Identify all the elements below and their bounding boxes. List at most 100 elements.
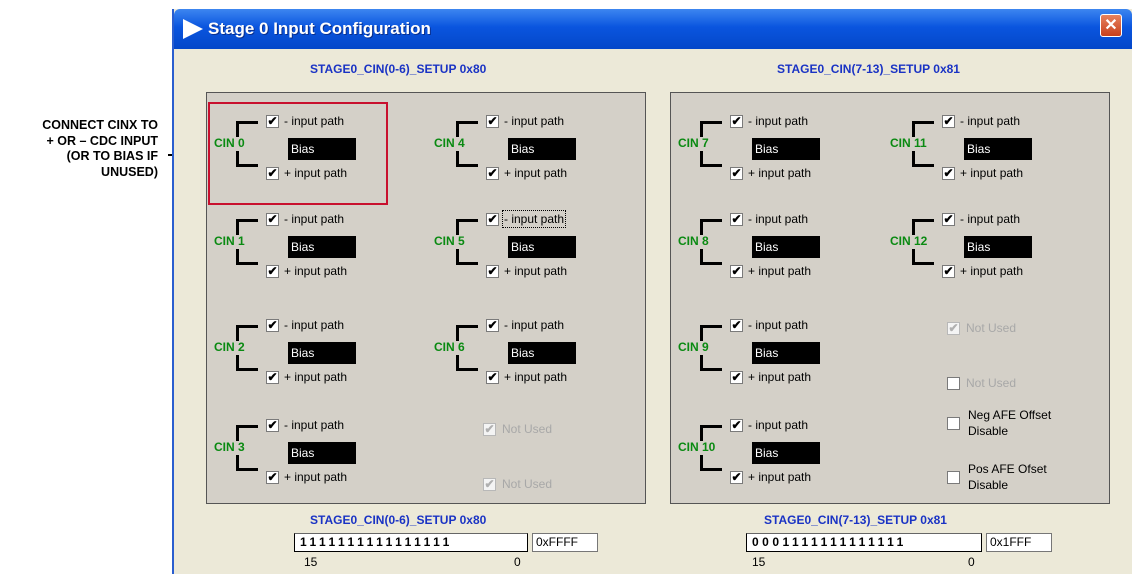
bracket-top bbox=[236, 219, 258, 235]
minus-input-checkbox[interactable]: ✔ bbox=[730, 319, 743, 332]
plus-input-checkbox[interactable]: ✔ bbox=[486, 371, 499, 384]
bias-field[interactable]: Bias bbox=[752, 138, 820, 160]
bias-field[interactable]: Bias bbox=[964, 236, 1032, 258]
bias-field[interactable]: Bias bbox=[508, 342, 576, 364]
bracket-bottom bbox=[236, 355, 258, 371]
cin-label: CIN 6 bbox=[434, 340, 465, 354]
plus-input-checkbox[interactable]: ✔ bbox=[730, 167, 743, 180]
bias-field[interactable]: Bias bbox=[508, 138, 576, 160]
bracket-bottom bbox=[700, 455, 722, 471]
minus-input-checkbox[interactable]: ✔ bbox=[730, 213, 743, 226]
minus-input-checkbox[interactable]: ✔ bbox=[942, 213, 955, 226]
not-used-checkbox[interactable]: ✔ bbox=[483, 423, 496, 436]
minus-input-checkbox[interactable]: ✔ bbox=[266, 213, 279, 226]
cin-group: CIN 3 ✔ - input path Bias ✔ + input path bbox=[214, 415, 394, 485]
minus-input-checkbox[interactable]: ✔ bbox=[486, 115, 499, 128]
plus-input-checkbox[interactable]: ✔ bbox=[730, 371, 743, 384]
config-window: Stage 0 Input Configuration ✕ STAGE0_CIN… bbox=[172, 9, 1132, 574]
register-value[interactable]: 0x1FFF bbox=[986, 533, 1052, 552]
plus-input-checkbox[interactable]: ✔ bbox=[730, 471, 743, 484]
highlight-box bbox=[208, 102, 388, 205]
cin-group: CIN 12 ✔ - input path Bias ✔ + input path bbox=[890, 209, 1070, 279]
callout-annotation: CONNECT CINX TO + OR – CDC INPUT (OR TO … bbox=[8, 118, 158, 180]
close-button[interactable]: ✕ bbox=[1100, 14, 1122, 37]
right-panel-header: STAGE0_CIN(7-13)_SETUP 0x81 bbox=[777, 62, 960, 76]
bracket-bottom bbox=[700, 355, 722, 371]
register-value[interactable]: 0xFFFF bbox=[532, 533, 598, 552]
bracket-top bbox=[456, 121, 478, 137]
register-lsb: 0 bbox=[514, 555, 521, 569]
title-bar[interactable]: Stage 0 Input Configuration ✕ bbox=[174, 9, 1132, 49]
register-bits[interactable]: 1111111111111111 bbox=[294, 533, 528, 552]
neg-afe-offset-disable-label: Neg AFE Offset Disable bbox=[968, 407, 1051, 439]
bracket-top bbox=[236, 325, 258, 341]
minus-input-checkbox[interactable]: ✔ bbox=[486, 213, 499, 226]
plus-input-checkbox[interactable]: ✔ bbox=[942, 265, 955, 278]
minus-input-checkbox[interactable]: ✔ bbox=[730, 115, 743, 128]
bracket-bottom bbox=[456, 355, 478, 371]
register-lsb: 0 bbox=[968, 555, 975, 569]
cin-label: CIN 9 bbox=[678, 340, 709, 354]
bracket-top bbox=[912, 121, 934, 137]
bias-field[interactable]: Bias bbox=[508, 236, 576, 258]
minus-input-label: - input path bbox=[504, 114, 565, 128]
plus-input-checkbox[interactable]: ✔ bbox=[486, 265, 499, 278]
plus-input-checkbox[interactable]: ✔ bbox=[266, 371, 279, 384]
cin-group: CIN 11 ✔ - input path Bias ✔ + input path bbox=[890, 111, 1070, 181]
not-used-checkbox[interactable]: ✔ bbox=[483, 478, 496, 491]
plus-input-label: + input path bbox=[748, 264, 812, 278]
cin-label: CIN 8 bbox=[678, 234, 709, 248]
bracket-top bbox=[456, 219, 478, 235]
bias-field[interactable]: Bias bbox=[288, 236, 356, 258]
plus-input-checkbox[interactable]: ✔ bbox=[486, 167, 499, 180]
plus-input-checkbox[interactable]: ✔ bbox=[942, 167, 955, 180]
cin-label: CIN 1 bbox=[214, 234, 245, 248]
bracket-top bbox=[700, 325, 722, 341]
minus-input-label: - input path bbox=[284, 418, 345, 432]
neg-afe-offset-disable-checkbox[interactable] bbox=[947, 417, 960, 430]
pos-afe-offset-disable-label: Pos AFE Ofset Disable bbox=[968, 461, 1047, 493]
register-bits[interactable]: 0001111111111111 bbox=[746, 533, 982, 552]
play-arrow-icon bbox=[183, 19, 203, 39]
not-used-checkbox[interactable]: ✔ bbox=[947, 322, 960, 335]
plus-input-label: + input path bbox=[748, 370, 812, 384]
pos-afe-line-2: Disable bbox=[968, 478, 1009, 492]
minus-input-label: - input path bbox=[960, 212, 1021, 226]
bracket-bottom bbox=[912, 151, 934, 167]
not-used-label: Not Used bbox=[502, 422, 553, 436]
cin-group: CIN 1 ✔ - input path Bias ✔ + input path bbox=[214, 209, 394, 279]
pos-afe-line-1: Pos AFE Ofset bbox=[968, 462, 1047, 476]
bias-field[interactable]: Bias bbox=[288, 342, 356, 364]
bias-field[interactable]: Bias bbox=[288, 442, 356, 464]
plus-input-label: + input path bbox=[748, 470, 812, 484]
cin-group: CIN 2 ✔ - input path Bias ✔ + input path bbox=[214, 315, 394, 385]
minus-input-label: - input path bbox=[284, 212, 345, 226]
bracket-bottom bbox=[236, 249, 258, 265]
bracket-top bbox=[456, 325, 478, 341]
minus-input-label: - input path bbox=[748, 212, 809, 226]
minus-input-checkbox[interactable]: ✔ bbox=[266, 419, 279, 432]
plus-input-checkbox[interactable]: ✔ bbox=[266, 471, 279, 484]
register-msb: 15 bbox=[304, 555, 318, 569]
not-used-label: Not Used bbox=[966, 321, 1017, 335]
plus-input-checkbox[interactable]: ✔ bbox=[266, 265, 279, 278]
bias-field[interactable]: Bias bbox=[752, 342, 820, 364]
plus-input-checkbox[interactable]: ✔ bbox=[730, 265, 743, 278]
callout-line-4: UNUSED) bbox=[101, 164, 158, 179]
minus-input-checkbox[interactable]: ✔ bbox=[266, 319, 279, 332]
minus-input-checkbox[interactable]: ✔ bbox=[486, 319, 499, 332]
bias-field[interactable]: Bias bbox=[752, 442, 820, 464]
callout-line-2: + OR – CDC INPUT bbox=[46, 133, 158, 148]
bias-field[interactable]: Bias bbox=[752, 236, 820, 258]
minus-input-checkbox[interactable]: ✔ bbox=[942, 115, 955, 128]
neg-afe-line-1: Neg AFE Offset bbox=[968, 408, 1052, 422]
minus-input-checkbox[interactable]: ✔ bbox=[730, 419, 743, 432]
pos-afe-offset-disable-checkbox[interactable] bbox=[947, 471, 960, 484]
minus-input-label: - input path bbox=[748, 114, 809, 128]
bracket-bottom bbox=[236, 455, 258, 471]
bracket-top bbox=[912, 219, 934, 235]
bias-field[interactable]: Bias bbox=[964, 138, 1032, 160]
minus-input-label: - input path bbox=[748, 418, 809, 432]
cin-group: CIN 9 ✔ - input path Bias ✔ + input path bbox=[678, 315, 858, 385]
not-used-checkbox[interactable] bbox=[947, 377, 960, 390]
